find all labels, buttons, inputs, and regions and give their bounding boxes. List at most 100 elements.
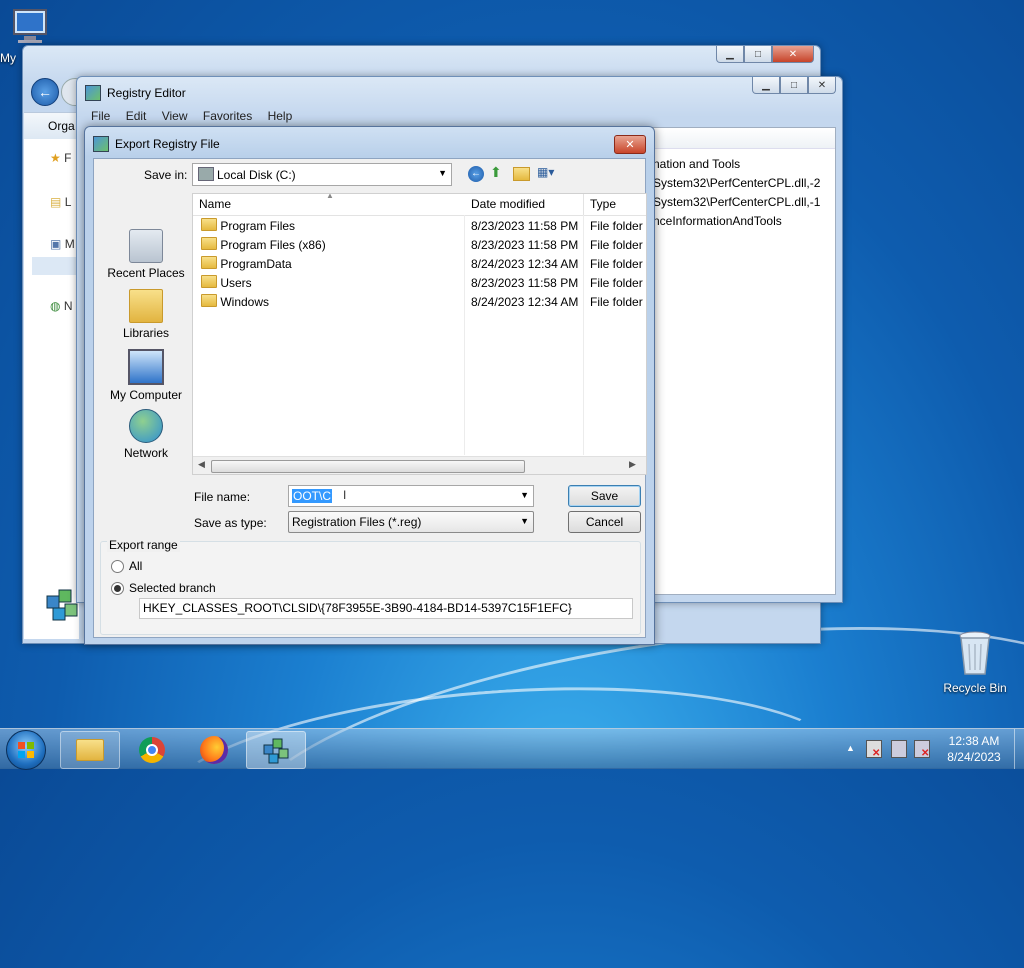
show-desktop-button[interactable] — [1014, 729, 1024, 769]
column-type[interactable]: Type — [584, 194, 646, 215]
computer-icon — [128, 349, 164, 385]
value-line[interactable]: System32\PerfCenterCPL.dll,-1 — [653, 193, 820, 212]
menu-file[interactable]: File — [91, 109, 110, 123]
save-button-label: Save — [590, 489, 619, 503]
value-line[interactable]: nation and Tools — [653, 155, 820, 174]
file-name-input[interactable]: OOT\C I ▼ — [288, 485, 534, 507]
clock[interactable]: 12:38 AM 8/24/2023 — [938, 733, 1010, 765]
save-in-label: Save in: — [144, 168, 188, 182]
place-libraries[interactable]: Libraries — [98, 289, 194, 340]
scroll-left-icon[interactable]: ◀ — [198, 459, 205, 470]
maximize-button[interactable]: □ — [780, 77, 808, 94]
dialog-close-button[interactable]: ✕ — [614, 135, 646, 154]
cancel-button[interactable]: Cancel — [568, 511, 641, 533]
values-list: nation and Tools System32\PerfCenterCPL.… — [653, 155, 820, 231]
value-line[interactable]: nceInformationAndTools — [653, 212, 820, 231]
back-arrow-icon[interactable]: ← — [31, 78, 59, 106]
column-date-modified[interactable]: Date modified — [465, 194, 584, 215]
back-icon[interactable]: ← — [468, 166, 484, 182]
text-cursor-icon: I — [343, 488, 347, 502]
dialog-title: Export Registry File — [115, 137, 220, 151]
file-row[interactable]: ProgramData 8/24/2023 12:34 AM File fold… — [193, 255, 646, 274]
menu-edit[interactable]: Edit — [126, 109, 147, 123]
radio-selected-branch-label: Selected branch — [129, 581, 216, 595]
up-folder-icon[interactable]: ⬆ — [490, 164, 506, 182]
horizontal-scrollbar[interactable]: ◀ ▶ — [193, 456, 646, 474]
recent-places-icon — [129, 229, 163, 263]
file-list-header: Name ▲ Date modified Type — [193, 194, 646, 216]
save-in-dropdown[interactable]: Local Disk (C:) ▼ — [192, 163, 452, 186]
nav-selection — [32, 257, 77, 275]
explorer-nav-pane: ★ F ▤ L ▣ M ◍ N — [24, 139, 79, 639]
menu-view[interactable]: View — [162, 109, 188, 123]
taskbar-chrome-button[interactable] — [122, 731, 182, 769]
network-tray-icon[interactable] — [891, 740, 907, 758]
folder-icon — [201, 294, 217, 307]
file-row[interactable]: Users 8/23/2023 11:58 PM File folder — [193, 274, 646, 293]
taskbar-explorer-button[interactable] — [60, 731, 120, 769]
place-my-computer[interactable]: My Computer — [98, 349, 194, 402]
chevron-down-icon[interactable]: ▼ — [520, 490, 529, 500]
radio-button[interactable] — [111, 560, 124, 573]
desktop-icon-recycle-bin[interactable]: Recycle Bin — [940, 630, 1010, 695]
regedit-values-pane: nation and Tools System32\PerfCenterCPL.… — [652, 127, 836, 595]
windows-logo-icon — [18, 742, 34, 758]
radio-button-selected[interactable] — [111, 582, 124, 595]
close-button[interactable]: ✕ — [772, 46, 814, 63]
network-globe-icon — [129, 409, 163, 443]
dialog-titlebar: Export Registry File — [93, 136, 220, 152]
export-registry-dialog[interactable]: Export Registry File ✕ Save in: Local Di… — [84, 126, 655, 645]
clock-time: 12:38 AM — [948, 734, 1000, 748]
file-row[interactable]: Program Files (x86) 8/23/2023 11:58 PM F… — [193, 236, 646, 255]
minimize-button[interactable]: ▁ — [716, 46, 744, 63]
menu-help[interactable]: Help — [268, 109, 293, 123]
folder-icon — [76, 739, 104, 761]
firefox-icon — [200, 736, 228, 764]
cancel-button-label: Cancel — [585, 515, 624, 529]
view-menu-icon[interactable]: ▦▾ — [537, 165, 561, 181]
minimize-button[interactable]: ▁ — [752, 77, 780, 94]
folder-icon — [201, 275, 217, 288]
organize-button[interactable]: Orga — [48, 119, 75, 133]
file-name-label: File name: — [194, 490, 251, 504]
value-line[interactable]: System32\PerfCenterCPL.dll,-2 — [653, 174, 820, 193]
place-recent-places[interactable]: Recent Places — [98, 229, 194, 280]
nav-item[interactable]: ▤ L — [50, 195, 71, 209]
values-header — [653, 128, 835, 149]
file-list[interactable]: Name ▲ Date modified Type Program Files … — [192, 193, 647, 475]
chevron-down-icon: ▼ — [438, 168, 447, 178]
places-bar: Recent Places Libraries My Computer Netw… — [98, 199, 194, 460]
regedit-titlebar: Registry Editor — [85, 85, 186, 101]
dialog-app-icon — [93, 136, 109, 152]
folder-icon — [201, 256, 217, 269]
taskbar-regedit-button[interactable] — [246, 731, 306, 769]
save-as-type-dropdown[interactable]: Registration Files (*.reg) ▼ — [288, 511, 534, 533]
drive-icon — [198, 167, 214, 181]
file-row[interactable]: Windows 8/24/2023 12:34 AM File folder — [193, 293, 646, 312]
save-in-value: Local Disk (C:) — [217, 168, 296, 182]
libraries-icon — [129, 289, 163, 323]
regedit-icon — [263, 738, 289, 764]
tray-arrow-icon[interactable]: ▲ — [846, 743, 855, 753]
clock-date: 8/24/2023 — [947, 750, 1001, 764]
error-badge-icon: ✕ — [872, 748, 881, 759]
file-row[interactable]: Program Files 8/23/2023 11:58 PM File fo… — [193, 217, 646, 236]
place-network[interactable]: Network — [98, 409, 194, 460]
regedit-title: Registry Editor — [107, 86, 186, 100]
close-button[interactable]: ✕ — [808, 77, 836, 94]
taskbar-firefox-button[interactable] — [184, 731, 244, 769]
branch-path-input[interactable]: HKEY_CLASSES_ROOT\CLSID\{78F3955E-3B90-4… — [139, 598, 633, 619]
scroll-right-icon[interactable]: ▶ — [629, 459, 636, 470]
maximize-button[interactable]: □ — [744, 46, 772, 63]
folder-icon — [201, 218, 217, 231]
save-button[interactable]: Save — [568, 485, 641, 507]
scrollbar-thumb[interactable] — [211, 460, 525, 473]
chevron-down-icon: ▼ — [520, 516, 529, 526]
nav-item[interactable]: ▣ M — [50, 237, 75, 251]
nav-item[interactable]: ◍ N — [50, 299, 73, 313]
save-as-type-value: Registration Files (*.reg) — [292, 515, 422, 529]
start-button[interactable] — [6, 730, 46, 770]
menu-favorites[interactable]: Favorites — [203, 109, 252, 123]
new-folder-icon[interactable] — [513, 167, 530, 181]
nav-item[interactable]: ★ F — [50, 151, 71, 165]
